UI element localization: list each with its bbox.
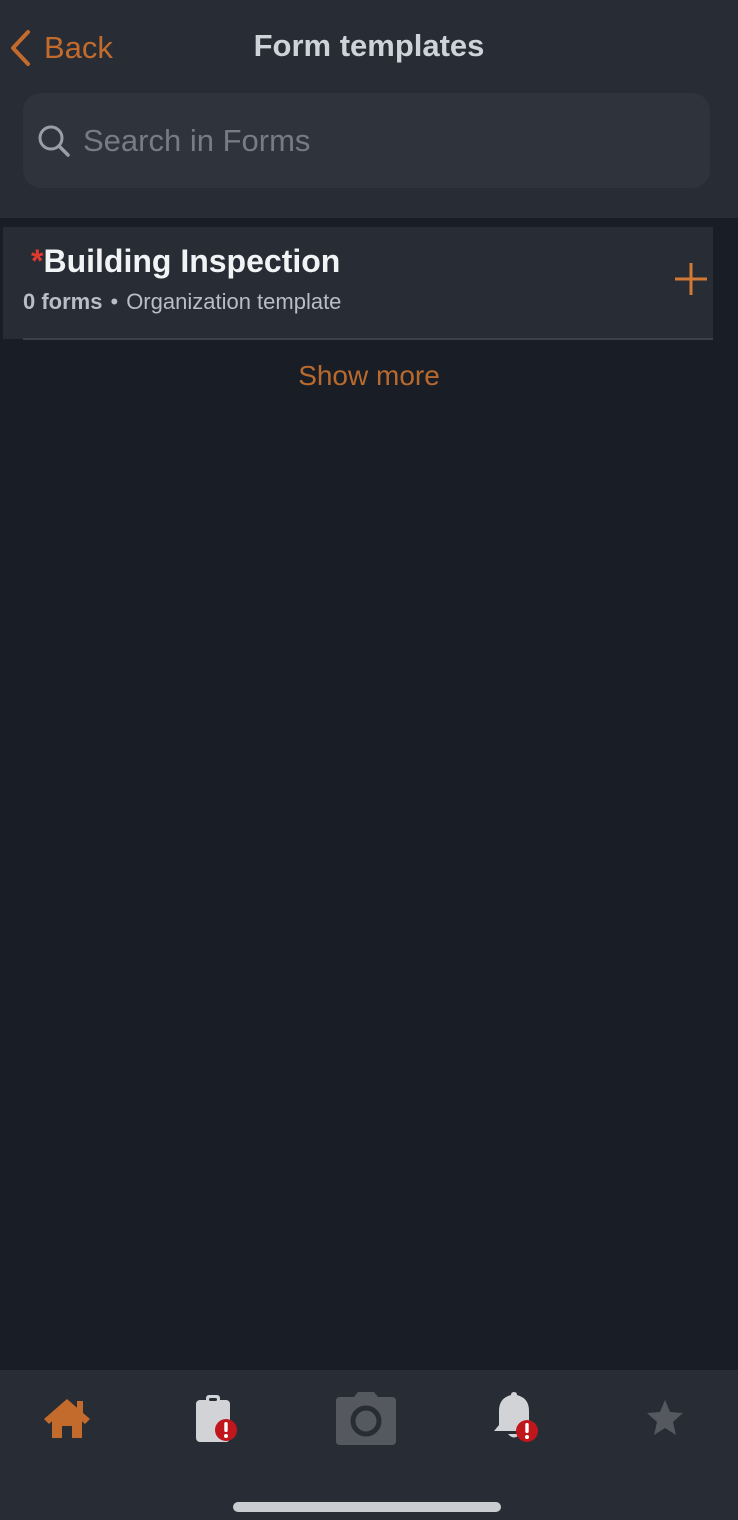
star-icon — [645, 1398, 685, 1443]
template-title: *Building Inspection — [31, 243, 340, 280]
template-type: Organization template — [126, 289, 342, 314]
search-icon — [37, 124, 71, 158]
clipboard-alert-icon — [192, 1392, 242, 1449]
tab-bar — [0, 1370, 738, 1520]
camera-icon — [334, 1391, 398, 1450]
add-form-button[interactable] — [671, 261, 711, 301]
search-bar[interactable] — [23, 93, 710, 188]
plus-icon — [673, 261, 709, 302]
list-divider — [23, 338, 713, 340]
tab-favorites[interactable] — [625, 1388, 705, 1452]
tab-notifications[interactable] — [476, 1388, 556, 1452]
tab-camera[interactable] — [326, 1388, 406, 1452]
search-input[interactable] — [81, 121, 665, 160]
page-title: Form templates — [253, 28, 485, 63]
template-meta: 0 forms • Organization template — [23, 289, 341, 315]
template-name: Building Inspection — [43, 243, 341, 279]
home-indicator — [233, 1502, 501, 1512]
template-item-building-inspection[interactable]: *Building Inspection 0 forms • Organizatio… — [3, 227, 713, 339]
show-more-button[interactable]: Show more — [0, 360, 738, 392]
bell-alert-icon — [491, 1391, 541, 1450]
tab-forms[interactable] — [177, 1388, 257, 1452]
home-icon — [42, 1396, 92, 1445]
required-mark: * — [31, 243, 44, 279]
tab-home[interactable] — [27, 1388, 107, 1452]
forms-count: 0 forms — [23, 289, 103, 314]
navigation-header: Back Form templates — [0, 0, 738, 218]
meta-separator: • — [110, 289, 119, 314]
